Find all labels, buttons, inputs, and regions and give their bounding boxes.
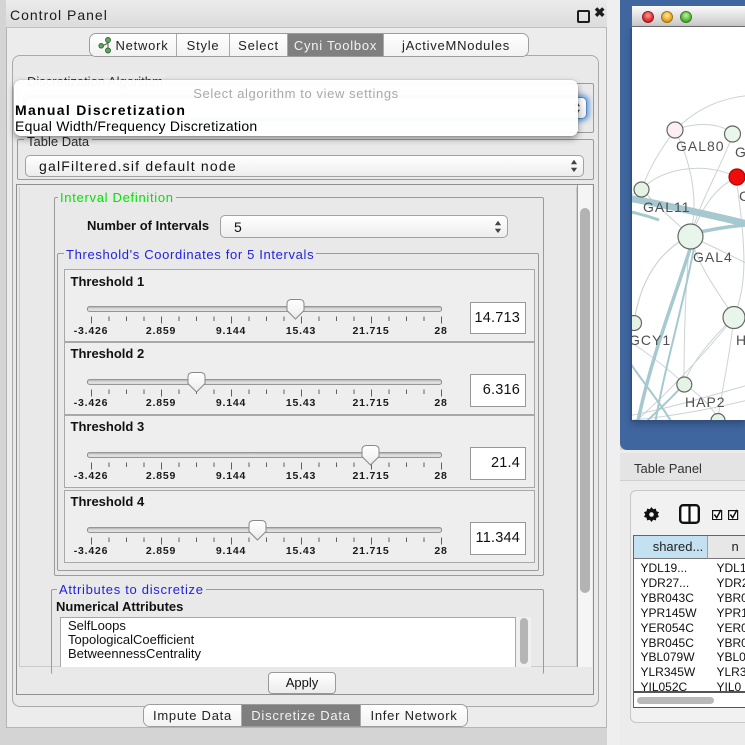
svg-text:GAL80: GAL80 — [676, 138, 725, 154]
svg-text:HAP2: HAP2 — [685, 394, 726, 410]
svg-text:GAL4: GAL4 — [693, 249, 733, 265]
svg-text:GA: GA — [735, 144, 745, 160]
svg-text:GCY1: GCY1 — [632, 332, 671, 348]
svg-text:H: H — [736, 332, 745, 348]
svg-text:C: C — [739, 188, 745, 204]
svg-text:GAL11: GAL11 — [643, 199, 691, 215]
